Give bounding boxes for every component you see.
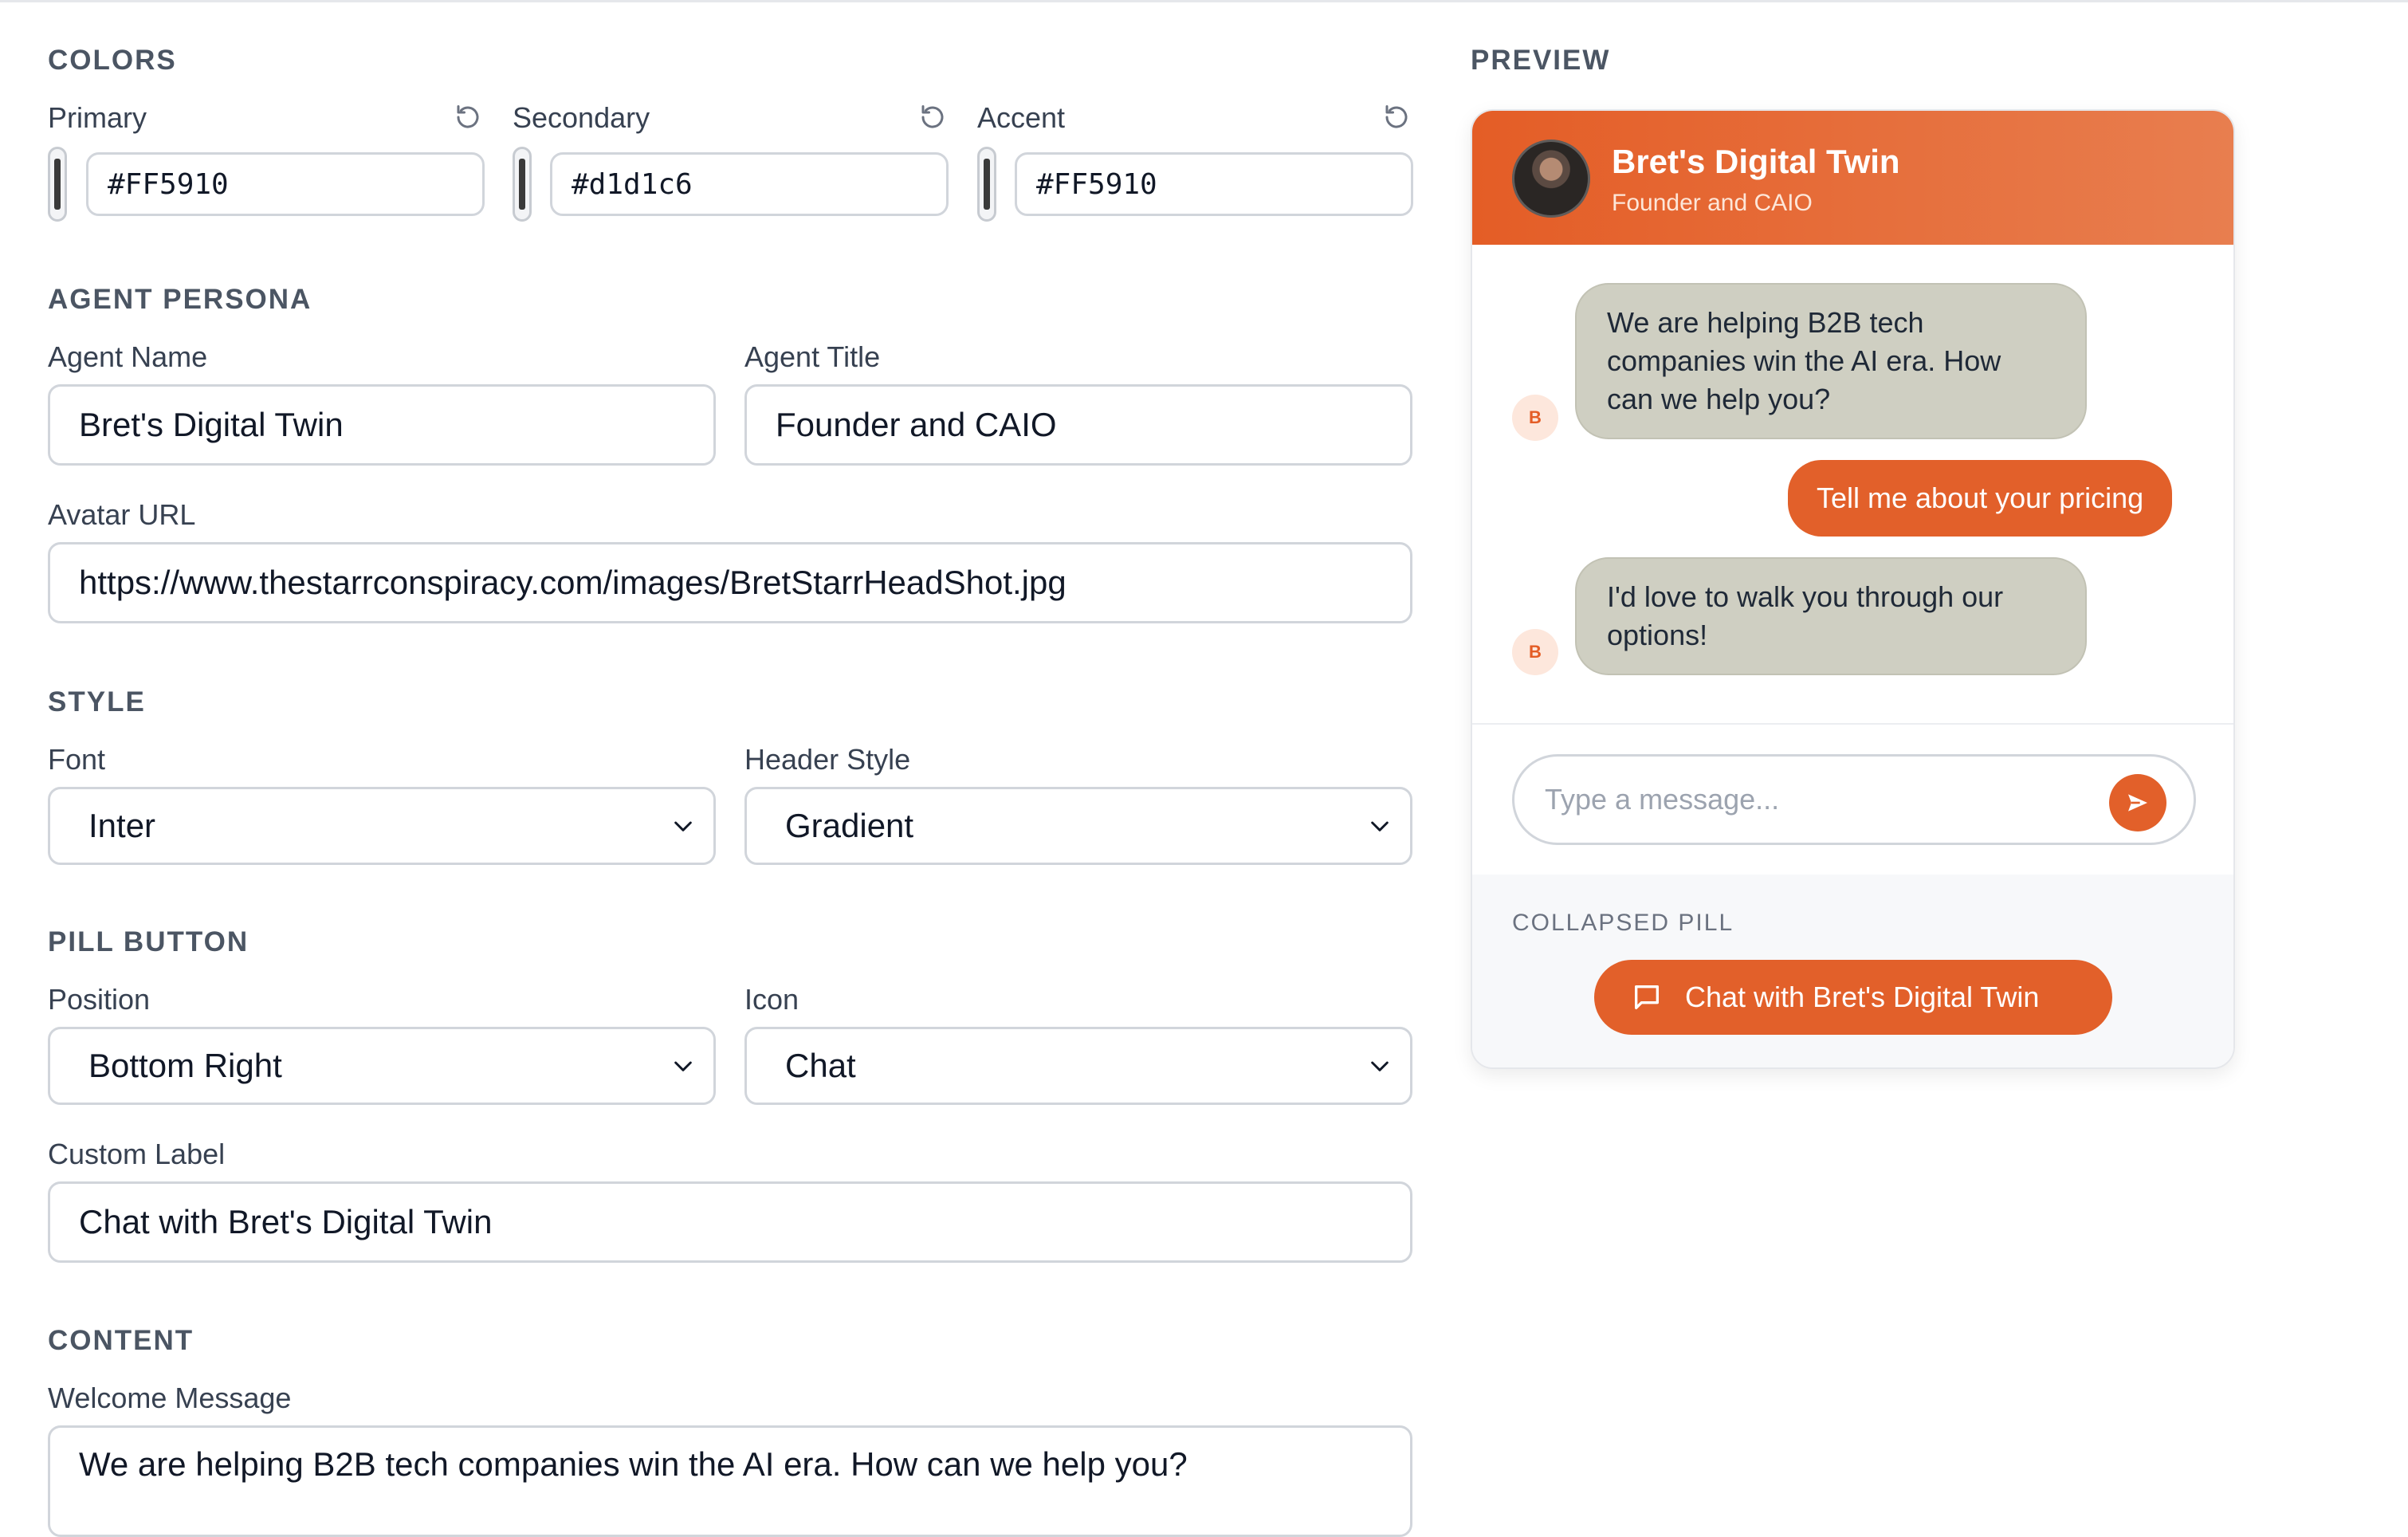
top-border	[0, 0, 2408, 2]
avatar	[1512, 140, 1590, 218]
message-input-placeholder: Type a message...	[1545, 783, 1780, 816]
user-message: Tell me about your pricing	[1788, 460, 2173, 537]
header-style-label: Header Style	[744, 743, 911, 776]
chat-header-title: Founder and CAIO	[1612, 190, 1813, 216]
divider	[1472, 723, 2233, 725]
reset-icon[interactable]	[454, 103, 482, 132]
bot-avatar: B	[1512, 395, 1558, 441]
persona-section-title: AGENT PERSONA	[48, 284, 312, 315]
primary-color-input[interactable]: #FF5910	[86, 152, 485, 216]
accent-color-input[interactable]: #FF5910	[1015, 152, 1413, 216]
secondary-color-swatch[interactable]	[513, 147, 532, 222]
chevron-down-icon	[1371, 821, 1389, 831]
chat-pill-label: Chat with Bret's Digital Twin	[1685, 981, 2040, 1013]
pill-button-section-title: PILL BUTTON	[48, 926, 249, 957]
header-style-select-value: Gradient	[785, 807, 914, 844]
primary-color-swatch[interactable]	[48, 147, 67, 222]
position-label: Position	[48, 983, 151, 1016]
bot-avatar: B	[1512, 629, 1558, 675]
welcome-message-textarea[interactable]: We are helping B2B tech companies win th…	[48, 1425, 1412, 1537]
font-select-value: Inter	[88, 807, 156, 844]
avatar-url-input[interactable]: https://www.thestarrconspiracy.com/image…	[48, 542, 1412, 623]
icon-select[interactable]: Chat	[744, 1027, 1412, 1105]
avatar-url-label: Avatar URL	[48, 498, 196, 531]
font-label: Font	[48, 743, 106, 776]
colors-section-title: COLORS	[48, 45, 177, 76]
send-button[interactable]	[2109, 774, 2166, 831]
custom-label-input[interactable]: Chat with Bret's Digital Twin	[48, 1181, 1412, 1263]
agent-title-input[interactable]: Founder and CAIO	[744, 384, 1412, 466]
chat-widget-preview: Bret's Digital Twin Founder and CAIO B W…	[1471, 109, 2235, 1069]
chat-icon	[1635, 985, 1659, 1009]
collapsed-pill-label: COLLAPSED PILL	[1512, 910, 1734, 936]
font-select[interactable]: Inter	[48, 787, 716, 865]
icon-label: Icon	[744, 983, 799, 1016]
chevron-down-icon	[674, 821, 692, 831]
icon-select-value: Chat	[785, 1047, 856, 1084]
welcome-message-label: Welcome Message	[48, 1382, 292, 1414]
preview-section-title: PREVIEW	[1471, 45, 1611, 76]
chevron-down-icon	[674, 1061, 692, 1071]
position-select[interactable]: Bottom Right	[48, 1027, 716, 1105]
message-input[interactable]: Type a message...	[1512, 754, 2196, 845]
agent-name-input[interactable]: Bret's Digital Twin	[48, 384, 716, 466]
chat-header: Bret's Digital Twin Founder and CAIO	[1472, 111, 2233, 245]
accent-color-label: Accent	[977, 101, 1066, 134]
reset-icon[interactable]	[1382, 103, 1411, 132]
style-section-title: STYLE	[48, 686, 146, 717]
custom-label-label: Custom Label	[48, 1138, 226, 1170]
bot-message: I'd love to walk you through our options…	[1575, 557, 2087, 675]
chat-pill-button[interactable]: Chat with Bret's Digital Twin	[1594, 960, 2112, 1035]
header-style-select[interactable]: Gradient	[744, 787, 1412, 865]
accent-color-swatch[interactable]	[977, 147, 996, 222]
bot-message: We are helping B2B tech companies win th…	[1575, 283, 2087, 439]
secondary-color-label: Secondary	[513, 101, 650, 134]
secondary-color-input[interactable]: #d1d1c6	[550, 152, 949, 216]
agent-name-label: Agent Name	[48, 340, 208, 373]
send-icon	[2128, 794, 2147, 812]
reset-icon[interactable]	[918, 103, 947, 132]
chevron-down-icon	[1371, 1061, 1389, 1071]
chat-header-name: Bret's Digital Twin	[1612, 143, 1900, 180]
content-section-title: CONTENT	[48, 1325, 194, 1356]
agent-title-label: Agent Title	[744, 340, 881, 373]
primary-color-label: Primary	[48, 101, 147, 134]
position-select-value: Bottom Right	[88, 1047, 282, 1084]
